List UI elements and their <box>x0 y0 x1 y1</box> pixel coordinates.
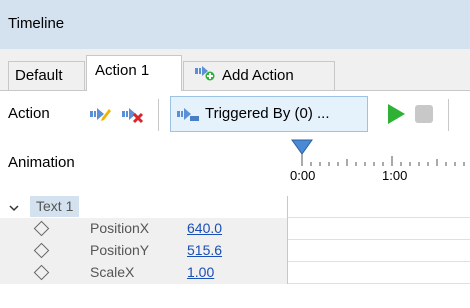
keyframe-diamond-icon[interactable] <box>33 220 50 237</box>
triggered-by-label: Triggered By (0) ... <box>205 105 330 122</box>
property-name: ScaleX <box>90 264 135 280</box>
timeline-tree: Text 1 PositionX 640.0 PositionY 515.6 S… <box>0 196 470 308</box>
animation-label: Animation <box>8 154 75 171</box>
tab-default[interactable]: Default <box>8 61 85 90</box>
property-row[interactable]: ScaleX 1.00 <box>0 262 470 284</box>
property-name: PositionY <box>90 242 150 258</box>
group-row[interactable]: Text 1 <box>0 196 470 218</box>
animation-row: Animation 0:00 1:00 <box>0 138 470 185</box>
property-value[interactable]: 1.00 <box>187 264 214 280</box>
keyframe-diamond-icon[interactable] <box>33 242 50 259</box>
delete-action-icon[interactable] <box>122 104 144 124</box>
group-label: Text 1 <box>30 196 80 217</box>
property-cell: PositionY 515.6 <box>0 240 288 262</box>
group-cell: Text 1 <box>0 196 288 218</box>
property-value[interactable]: 515.6 <box>187 242 222 258</box>
timeline-ruler[interactable]: 0:00 1:00 <box>290 138 470 185</box>
property-row[interactable]: PositionX 640.0 <box>0 218 470 240</box>
action-toolbar: Action Triggered By (0) ... <box>0 91 470 138</box>
action-tab-strip: Default Action 1 Add Action <box>0 49 470 91</box>
edit-action-icon[interactable] <box>90 104 112 124</box>
stop-icon[interactable] <box>414 104 436 124</box>
tab-action-1-label: Action 1 <box>95 62 150 79</box>
tab-default-label: Default <box>15 67 63 84</box>
property-row[interactable]: PositionY 515.6 <box>0 240 470 262</box>
ruler-label-start: 0:00 <box>290 168 316 183</box>
ruler-label-1min: 1:00 <box>382 168 408 183</box>
toolbar-separator-2 <box>448 99 449 131</box>
spacer <box>0 185 470 196</box>
tab-action-1[interactable]: Action 1 <box>86 55 182 91</box>
timeline-panel-header: Timeline <box>0 0 470 49</box>
chevron-down-icon[interactable] <box>8 201 20 217</box>
play-icon[interactable] <box>385 103 407 124</box>
trigger-icon <box>177 104 199 124</box>
property-cell: PositionX 640.0 <box>0 218 288 240</box>
toolbar-separator <box>158 99 159 131</box>
add-action-icon <box>194 63 216 90</box>
add-action-label: Add Action <box>222 67 294 84</box>
property-name: PositionX <box>90 220 150 236</box>
action-label: Action <box>8 105 50 122</box>
property-cell: ScaleX 1.00 <box>0 262 288 284</box>
add-action-tab[interactable]: Add Action <box>183 61 335 90</box>
keyframe-diamond-icon[interactable] <box>33 264 50 281</box>
property-value[interactable]: 640.0 <box>187 220 222 236</box>
panel-title: Timeline <box>8 15 65 32</box>
triggered-by-button[interactable]: Triggered By (0) ... <box>170 96 368 132</box>
